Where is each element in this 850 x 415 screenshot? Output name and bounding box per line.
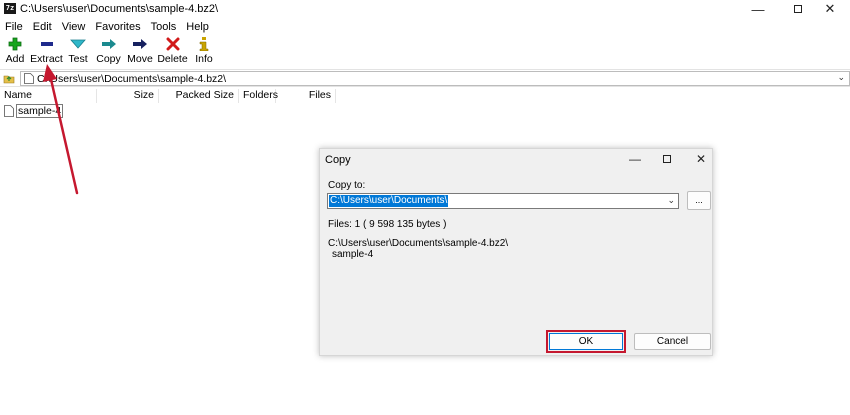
column-name[interactable]: Name: [0, 89, 97, 103]
extract-button[interactable]: Extract: [30, 36, 63, 68]
info-button[interactable]: Info: [189, 36, 219, 68]
app-logo-icon: 7z: [4, 3, 16, 14]
delete-label: Delete: [157, 53, 188, 65]
file-list-header: Name Size Packed Size Folders Files: [0, 89, 850, 103]
cancel-button[interactable]: Cancel: [634, 333, 711, 350]
file-icon: [24, 73, 34, 84]
dialog-title: Copy: [325, 154, 351, 166]
toolbar: Add Extract Test Copy Move Delete Info: [0, 36, 219, 68]
address-input[interactable]: C:\Users\user\Documents\sample-4.bz2\ ⌄: [20, 71, 850, 86]
chevron-down-icon[interactable]: ⌄: [837, 72, 845, 83]
move-arrow-icon: [132, 37, 148, 51]
move-label: Move: [127, 53, 153, 65]
copy-to-value: C:\Users\user\Documents\: [329, 195, 449, 207]
file-icon: [4, 105, 14, 117]
copy-dialog: Copy — ✕ Copy to: C:\Users\user\Document…: [319, 148, 713, 356]
minimize-icon: —: [751, 1, 765, 17]
address-bar: C:\Users\user\Documents\sample-4.bz2\ ⌄: [0, 69, 850, 87]
minus-icon: [39, 37, 55, 51]
menu-favorites[interactable]: Favorites: [90, 19, 145, 35]
copy-arrow-icon: [101, 37, 117, 51]
move-button[interactable]: Move: [124, 36, 156, 68]
chevron-down-icon[interactable]: ⌄: [667, 195, 675, 206]
list-item[interactable]: sample-4: [4, 104, 64, 118]
file-name: sample-4: [16, 104, 64, 118]
maximize-icon: [794, 5, 802, 13]
menu-tools[interactable]: Tools: [146, 19, 182, 35]
add-label: Add: [5, 53, 25, 65]
column-packed-size[interactable]: Packed Size: [159, 89, 239, 103]
browse-button[interactable]: ...: [687, 191, 711, 210]
menu-bar: File Edit View Favorites Tools Help: [0, 19, 214, 35]
close-icon: ✕: [695, 152, 707, 166]
plus-icon: [7, 37, 23, 51]
copy-label: Copy: [96, 53, 121, 65]
check-triangle-icon: [70, 37, 86, 51]
maximize-icon: [663, 155, 671, 163]
menu-help[interactable]: Help: [181, 19, 214, 35]
add-button[interactable]: Add: [0, 36, 30, 68]
folder-up-icon[interactable]: [3, 72, 15, 84]
ok-button[interactable]: OK: [549, 333, 623, 350]
window-title: C:\Users\user\Documents\sample-4.bz2\: [20, 3, 219, 15]
info-label: Info: [195, 53, 213, 65]
dialog-close-button[interactable]: ✕: [686, 149, 716, 169]
delete-button[interactable]: Delete: [156, 36, 189, 68]
dialog-maximize-button[interactable]: [652, 149, 682, 169]
test-button[interactable]: Test: [63, 36, 93, 68]
extract-label: Extract: [30, 53, 63, 65]
column-size[interactable]: Size: [97, 89, 159, 103]
source-item: sample-4: [332, 249, 374, 260]
copy-to-label: Copy to:: [328, 180, 366, 191]
title-bar: 7z C:\Users\user\Documents\sample-4.bz2\…: [0, 0, 850, 18]
copy-to-input[interactable]: C:\Users\user\Documents\ ⌄: [327, 193, 679, 209]
menu-file[interactable]: File: [0, 19, 28, 35]
source-path: C:\Users\user\Documents\sample-4.bz2\: [328, 238, 509, 249]
test-label: Test: [68, 53, 88, 65]
info-icon: [196, 37, 212, 51]
address-path: C:\Users\user\Documents\sample-4.bz2\: [37, 73, 227, 85]
menu-edit[interactable]: Edit: [28, 19, 57, 35]
files-info: Files: 1 ( 9 598 135 bytes ): [328, 219, 447, 230]
minimize-button[interactable]: —: [738, 0, 778, 18]
column-files[interactable]: Files: [276, 89, 336, 103]
delete-x-icon: [165, 37, 181, 51]
minimize-icon: —: [629, 152, 641, 166]
dialog-minimize-button[interactable]: —: [620, 149, 650, 169]
menu-view[interactable]: View: [57, 19, 91, 35]
close-icon: ✕: [824, 1, 836, 16]
close-button[interactable]: ✕: [810, 0, 850, 18]
copy-button[interactable]: Copy: [93, 36, 124, 68]
column-folders[interactable]: Folders: [239, 89, 278, 103]
